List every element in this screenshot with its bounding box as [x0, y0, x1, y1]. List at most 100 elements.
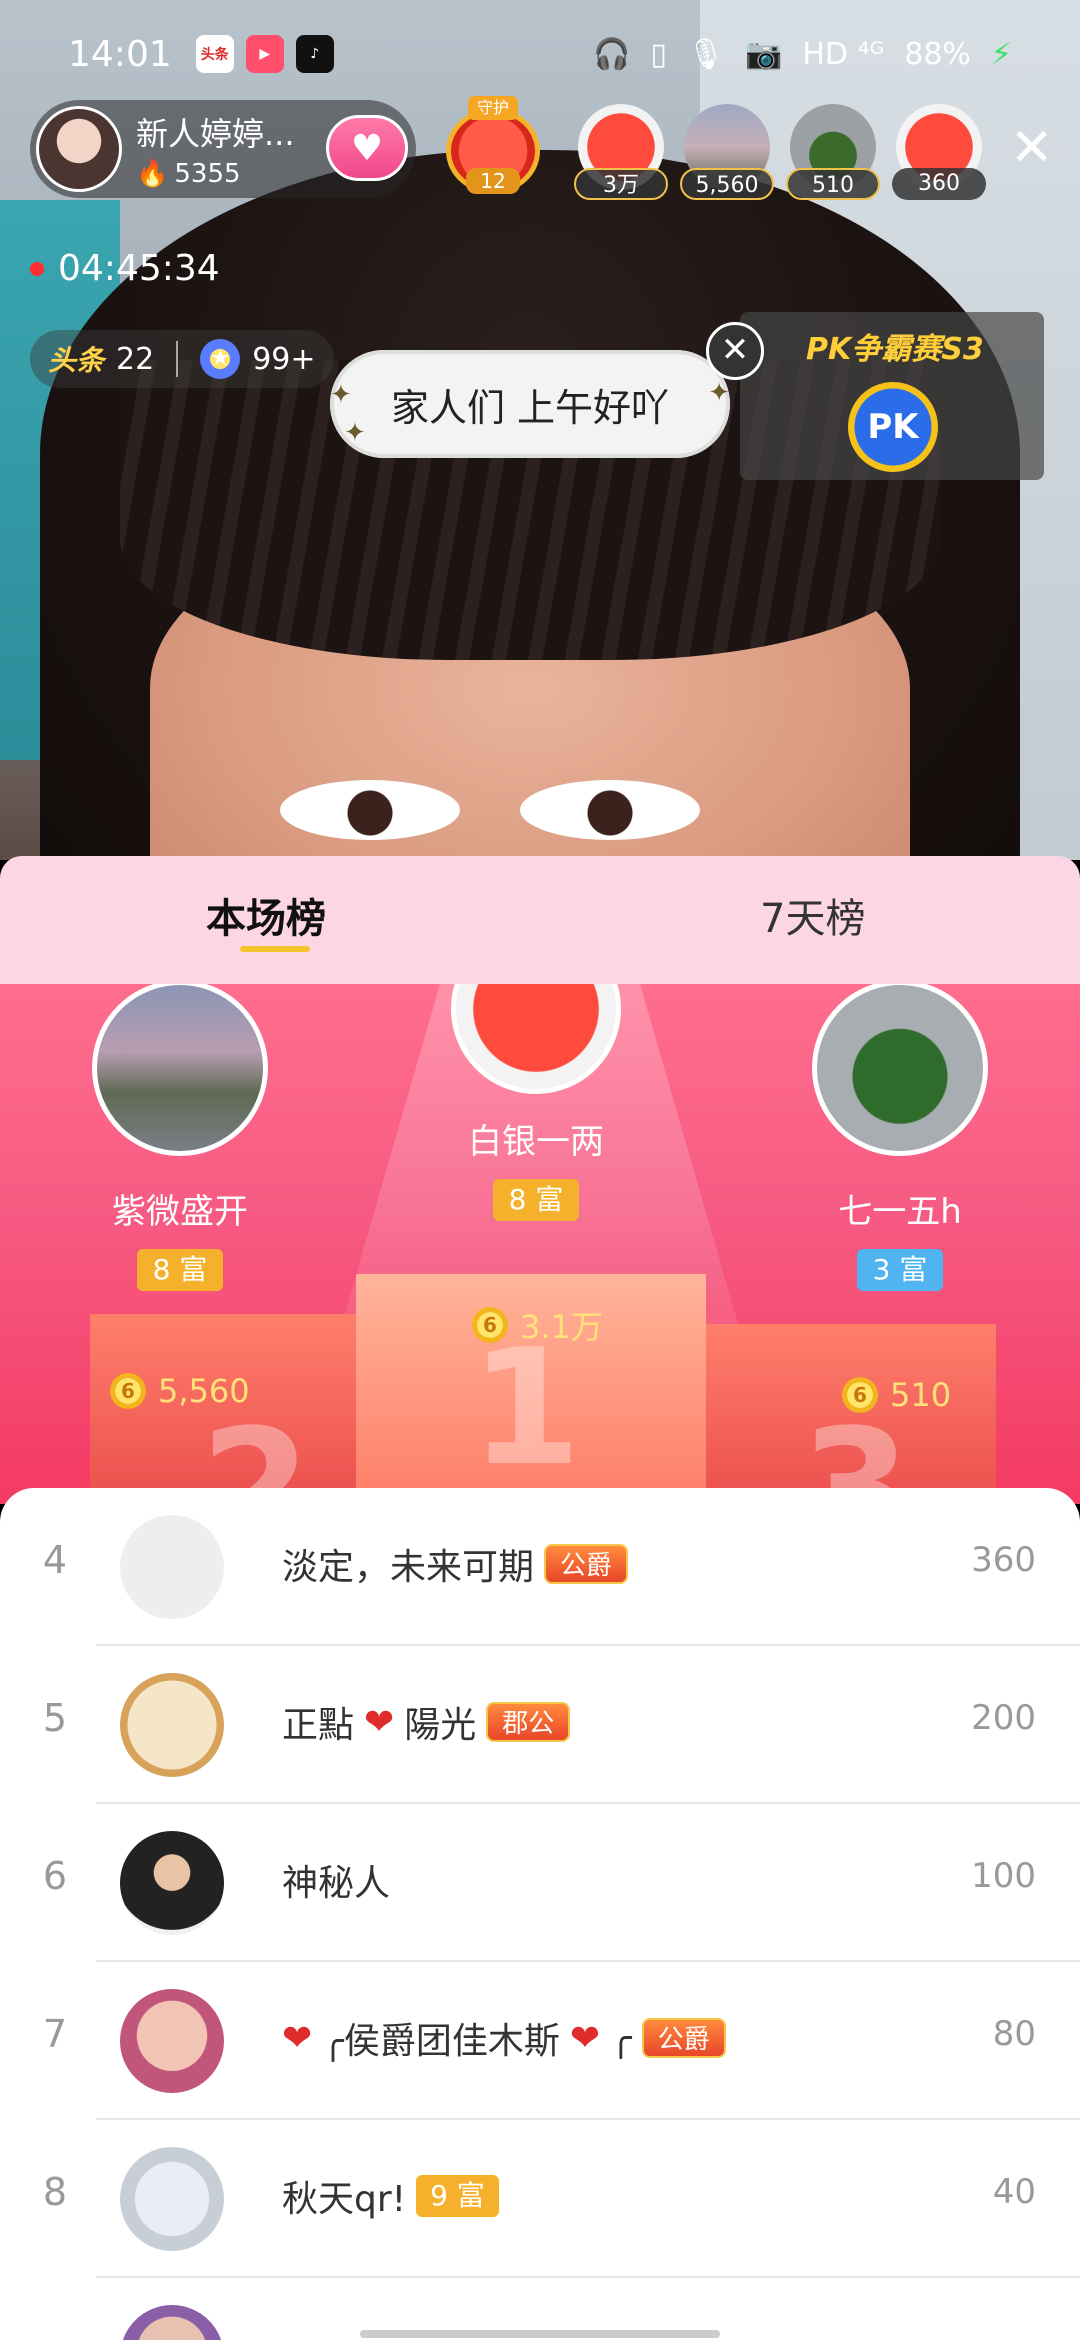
toutiao-icon: 头条 — [48, 344, 105, 377]
status-bar: 14:01 头条 ▶ ♪ 🎧 ▯ 🎙 📷 HD ⁴ᴳ 88% ⚡ — [0, 0, 1080, 108]
live-duration-text: 04:45:34 — [58, 248, 220, 289]
viewer-avatar[interactable]: 3万 — [574, 104, 668, 200]
list-score: 200 — [971, 1698, 1036, 1738]
coin-icon: 6 — [110, 1373, 146, 1409]
podium-first-level: 8 富 — [492, 1179, 580, 1221]
viewer-count: 510 — [786, 168, 880, 200]
guard-badge[interactable]: 守护 12 — [440, 96, 546, 200]
list-rank: 8 — [42, 2170, 68, 2214]
ranking-list: 4 淡定，未来可期 公爵 360 5 正點 ❤ 陽光 郡公 200 6 神秘人 100 … — [0, 1488, 1080, 2340]
announcement-bubble: ✦ ✦ ✦ 家人们 上午好吖 — [330, 350, 730, 458]
toutiao-count: 22 — [116, 341, 155, 377]
list-badge: 郡公 — [486, 1702, 571, 1742]
podium-third-level: 3 富 — [856, 1249, 944, 1291]
home-indicator[interactable] — [360, 2330, 720, 2338]
list-name: 正點 — [282, 1705, 355, 1746]
viewer-avatar[interactable]: 360 — [892, 104, 986, 200]
list-avatar — [120, 1673, 224, 1777]
list-name: 神秘人 — [282, 1863, 391, 1904]
podium-third[interactable]: 七一五h 3 富 — [800, 984, 1000, 1291]
guard-label: 守护 — [468, 96, 518, 120]
list-name-suffix: 陽光 — [404, 1705, 477, 1746]
viewer-avatar[interactable]: 5,560 — [680, 104, 774, 200]
list-rank: 6 — [42, 1854, 68, 1898]
tiktok-app-icon: ♪ — [295, 35, 334, 73]
pk-close-button[interactable]: ✕ — [706, 322, 764, 380]
list-avatar — [120, 2147, 224, 2251]
sparkle-icon: ✦ — [330, 380, 352, 410]
battery-label: 88% — [904, 36, 971, 72]
live-stats[interactable]: 头条 22 ★ 99+ — [30, 330, 334, 388]
tab-current[interactable]: 本场榜 — [206, 886, 326, 944]
viewer-count: 3万 — [574, 168, 668, 200]
list-rank: 4 — [42, 1538, 68, 1582]
list-item[interactable]: 6 神秘人 100 — [0, 1804, 1080, 1962]
star-icon: ★ — [200, 339, 241, 379]
viewer-count: 360 — [892, 168, 986, 200]
heart-icon: ❤ — [569, 2017, 601, 2059]
coin-icon: 6 — [842, 1377, 878, 1413]
podium-first-score: 6 3.1万 — [472, 1302, 603, 1348]
ranking-tabs: 本场榜 7天榜 — [0, 856, 1080, 984]
tab-seven-day[interactable]: 7天榜 — [760, 886, 865, 944]
list-score: 360 — [971, 1540, 1036, 1580]
list-avatar — [120, 2305, 224, 2340]
vibrate-icon: ▯ — [650, 36, 667, 72]
list-score: 100 — [971, 1856, 1036, 1896]
list-item[interactable]: 8 秋天qr! 9 富 40 — [0, 2120, 1080, 2278]
podium-second-score: 6 5,560 — [110, 1372, 250, 1410]
mystery-avatar — [120, 1831, 224, 1935]
list-item[interactable]: 4 淡定，未来可期 公爵 360 — [0, 1488, 1080, 1646]
viewer-count: 5,560 — [680, 168, 774, 200]
headphone-icon: 🎧 — [593, 36, 631, 72]
podium: 1 2 3 白银一两 8 富 6 3.1万 紫微盛开 8 富 6 5,560 七一五… — [0, 984, 1080, 1504]
heart-icon: ♥ — [350, 127, 384, 169]
list-rank: 7 — [42, 2012, 68, 2056]
network-label: HD ⁴ᴳ — [802, 36, 885, 72]
list-item[interactable]: 5 正點 ❤ 陽光 郡公 200 — [0, 1646, 1080, 1804]
sparkle-icon: ✦ — [708, 378, 730, 408]
announcement-text: 家人们 上午好吖 — [390, 385, 670, 430]
flame-icon: 🔥 — [136, 159, 169, 189]
list-name: 秋天qr! — [282, 2179, 407, 2220]
live-duration: 04:45:34 — [30, 248, 220, 289]
list-score: 80 — [992, 2014, 1036, 2054]
list-avatar — [120, 1989, 224, 2093]
sparkle-icon: ✦ — [344, 418, 366, 448]
list-level: 9 富 — [416, 2175, 499, 2217]
viewer-avatar[interactable]: 510 — [786, 104, 880, 200]
toutiao-app-icon: 头条 — [195, 35, 234, 73]
anchor-name: 新人婷婷... — [136, 115, 295, 153]
pk-title: PK争霸赛S3 — [806, 332, 984, 367]
podium-third-name: 七一五h — [838, 1192, 962, 1232]
charging-icon: ⚡ — [990, 36, 1012, 72]
heart-icon: ❤ — [282, 2017, 313, 2059]
list-badge: 公爵 — [641, 2018, 726, 2058]
list-item[interactable]: 7 ❤ ╭侯爵团佳木斯 ❤ ╭ 公爵 80 — [0, 1962, 1080, 2120]
list-avatar — [120, 1515, 224, 1619]
podium-second[interactable]: 紫微盛开 8 富 — [80, 984, 280, 1291]
recording-dot-icon — [30, 261, 44, 276]
anchor-heat: 5355 — [174, 159, 241, 189]
pk-badge-icon: PK — [848, 382, 938, 472]
pk-panel[interactable]: PK争霸赛S3 PK — [740, 312, 1044, 480]
close-icon[interactable]: ✕ — [1010, 122, 1054, 174]
follow-heart-button[interactable]: ♥ — [326, 115, 408, 181]
tab-underline — [240, 946, 310, 952]
star-count: 99+ — [252, 341, 316, 377]
list-score: 40 — [992, 2172, 1036, 2212]
podium-first[interactable]: 白银一两 8 富 — [446, 984, 626, 1221]
mic-icon: 🎙 — [686, 36, 726, 72]
camera-icon: 📷 — [745, 36, 783, 72]
list-rank: 5 — [42, 1696, 68, 1740]
anchor-avatar[interactable] — [36, 106, 122, 192]
top-viewers: 3万 5,560 510 360 — [574, 104, 986, 200]
podium-third-score: 6 510 — [842, 1376, 951, 1414]
list-name: 淡定，未来可期 — [282, 1547, 535, 1588]
guard-count: 12 — [466, 168, 520, 194]
heart-icon: ❤ — [364, 1701, 395, 1743]
podium-second-level: 8 富 — [136, 1249, 224, 1291]
list-badge: 公爵 — [544, 1544, 629, 1584]
podium-first-name: 白银一两 — [468, 1122, 604, 1162]
podium-second-name: 紫微盛开 — [112, 1192, 248, 1232]
